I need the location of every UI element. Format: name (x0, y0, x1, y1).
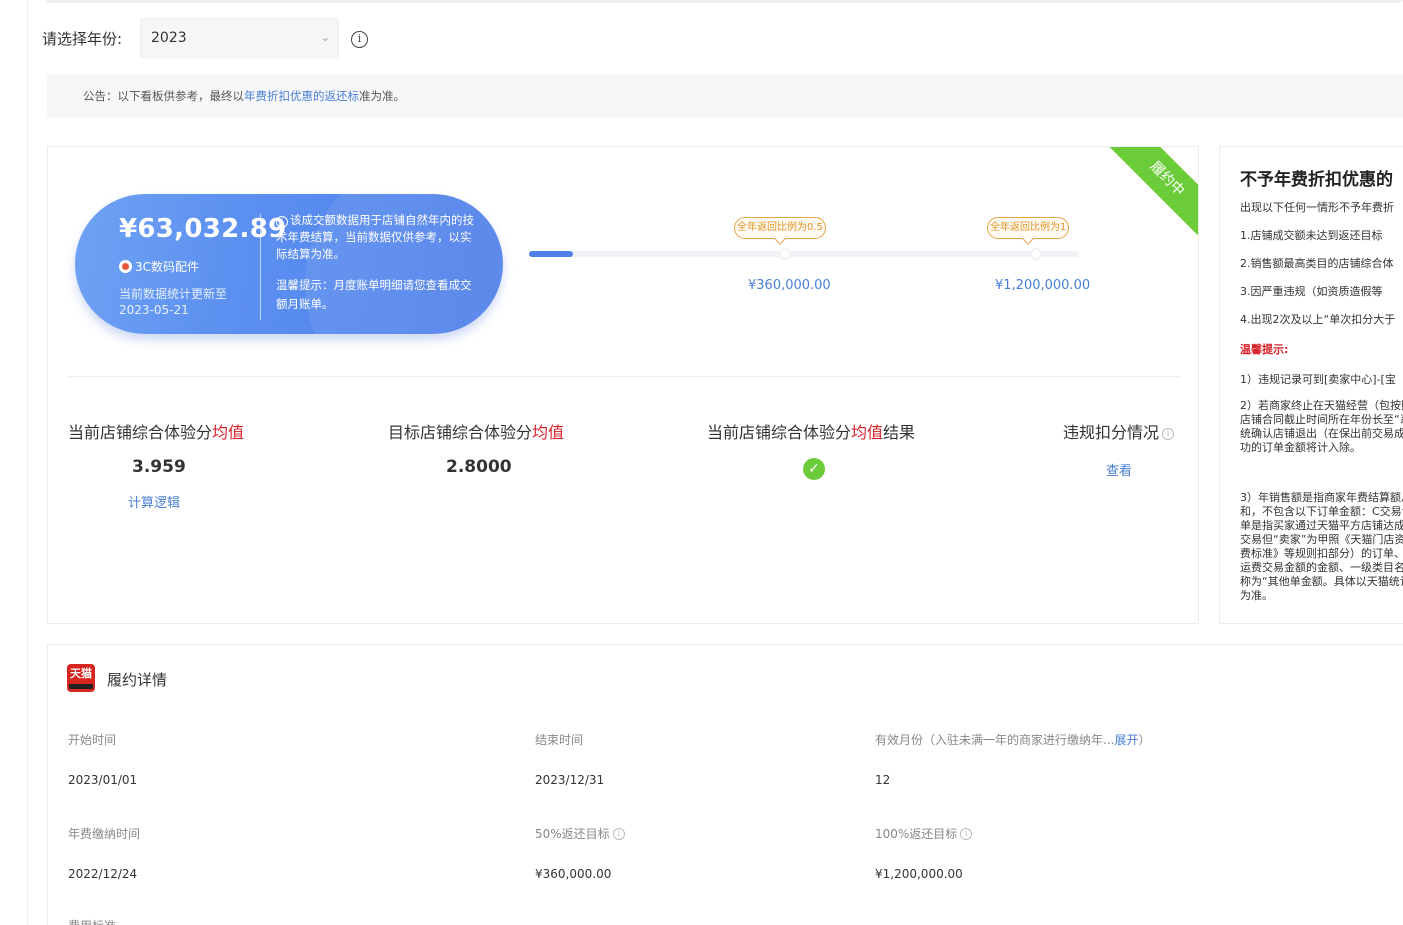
info-icon: i (276, 216, 288, 228)
rules-item: 3.因严重违规（如资质造假等 (1240, 285, 1383, 298)
target-50-value: ¥360,000.00 (535, 867, 612, 881)
notice-link[interactable]: 年费折扣优惠的返还标 (244, 88, 359, 104)
top-strip (46, 0, 1403, 3)
current-score-title: 当前店铺综合体验分均值 (68, 419, 244, 443)
rules-tip: 2）若商家终止在天猫经营（包按照店铺合同截止时间所在年份长至“系统确认店铺退出（… (1240, 399, 1403, 454)
chevron-down-icon: ⌄ (320, 31, 330, 44)
rules-item: 1.店铺成交额未达到返还目标 (1240, 229, 1383, 242)
category-label: 3C数码配件 (135, 260, 200, 274)
rules-item: 4.出现2次及以上“单次扣分大于 (1240, 313, 1396, 326)
year-select[interactable]: 2023 ⌄ (140, 18, 339, 58)
current-score-title-red: 均值 (212, 423, 245, 442)
fee-paid-time-value: 2022/12/24 (68, 867, 138, 881)
info-icon[interactable]: i (1162, 428, 1175, 440)
category-icon (119, 260, 132, 273)
violation-title-text: 违规扣分情况 (1063, 423, 1160, 442)
progress-node-100 (1030, 248, 1042, 260)
progress-fill (529, 251, 573, 257)
turnover-amount: ¥63,032.89 (119, 214, 287, 244)
valid-months-label: 有效月份（入驻未满一年的商家进行缴纳年...展开） (875, 731, 1150, 748)
progress-track (529, 248, 1079, 260)
target-score-title-red: 均值 (532, 423, 565, 442)
target-50-label: 50%返还目标 i (535, 825, 625, 842)
target-value-100: ¥1,200,000.00 (995, 278, 1091, 293)
notice-bar: 公告：以下看板供参考，最终以 年费折扣优惠的返还标 准为准。 (47, 75, 1403, 117)
rules-item: 2.销售额最高类目的店铺综合体 (1240, 257, 1394, 270)
current-score-title-text: 当前店铺综合体验分 (68, 423, 213, 442)
fulfillment-detail: 天猫 履约详情 开始时间 2023/01/01 结束时间 2023/12/31 … (47, 644, 1403, 925)
year-select-label: 请选择年份: (42, 30, 123, 48)
check-icon: ✓ (803, 458, 825, 480)
target-50-label-text: 50%返还目标 (535, 827, 610, 841)
rules-tip-title: 温馨提示: (1240, 343, 1289, 356)
info-icon[interactable]: i (612, 828, 625, 840)
pill-divider (260, 214, 261, 320)
year-select-value: 2023 (151, 30, 187, 46)
target-100-value: ¥1,200,000.00 (875, 867, 963, 881)
result-title: 当前店铺综合体验分均值结果 (707, 419, 915, 443)
violation-view-link[interactable]: 查看 (1106, 460, 1132, 479)
valid-months-value: 12 (875, 773, 891, 787)
fee-standard-label: 费用标准 (68, 917, 116, 925)
result-title-suffix: 结果 (883, 423, 916, 442)
notice-prefix: 公告：以下看板供参考，最终以 (83, 89, 244, 103)
rules-tip: 3）年销售额是指商家年费结算额总和，不包含以下订单金额：C交易订单是指买家通过天… (1240, 491, 1403, 602)
status-ribbon: 履约中 (1108, 147, 1198, 238)
notice-suffix: 准为准。 (359, 89, 405, 103)
target-score-value: 2.8000 (446, 457, 512, 477)
expand-link[interactable]: 展开 (1114, 733, 1138, 747)
target-value-50: ¥360,000.00 (748, 278, 831, 293)
fee-paid-time-label: 年费缴纳时间 (68, 827, 141, 841)
result-title-red: 均值 (851, 423, 884, 442)
turnover-tip: 温馨提示：月度账单明细请您查看成交额月账单。 (276, 278, 472, 311)
rules-tip: 1）违规记录可到[卖家中心]-[宝 (1240, 373, 1396, 386)
start-time-label: 开始时间 (68, 733, 117, 747)
progress-node-50 (779, 248, 791, 260)
category-badge: 3C数码配件 (119, 258, 199, 275)
current-score-value: 3.959 (132, 457, 186, 477)
left-sidebar-border (27, 0, 28, 925)
info-icon[interactable]: i (960, 828, 973, 840)
detail-title: 履约详情 (107, 671, 168, 689)
target-100-label-text: 100%返还目标 (875, 827, 958, 841)
valid-months-label-suffix: ） (1138, 733, 1151, 747)
update-date: 当前数据统计更新至2023-05-21 (119, 287, 228, 317)
valid-months-label-text: 有效月份（入驻未满一年的商家进行缴纳年... (875, 733, 1115, 747)
tmall-logo: 天猫 (67, 664, 95, 692)
target-100-label: 100%返还目标 i (875, 825, 973, 842)
turnover-description: i 该成交额数据用于店铺自然年内的技术年费结算，当前数据仅供参考，以实际结算为准。 (276, 212, 481, 263)
end-time-value: 2023/12/31 (535, 773, 605, 787)
card-divider (68, 376, 1180, 377)
fulfillment-card: 履约中 ¥63,032.89 3C数码配件 当前数据统计更新至2023-05-2… (47, 146, 1199, 624)
rules-panel: 不予年费折扣优惠的 出现以下任何一情形不予年费折 1.店铺成交额未达到返还目标 … (1219, 146, 1403, 624)
target-tag-100: 全年返回比例为1 (987, 217, 1070, 239)
turnover-description-text: 该成交额数据用于店铺自然年内的技术年费结算，当前数据仅供参考，以实际结算为准。 (276, 213, 474, 261)
result-title-text: 当前店铺综合体验分 (707, 423, 852, 442)
target-score-title: 目标店铺综合体验分均值 (388, 419, 564, 443)
target-tag-50: 全年返回比例为0.5 (734, 217, 826, 239)
calc-logic-link[interactable]: 计算逻辑 (128, 492, 180, 511)
rules-intro: 出现以下任何一情形不予年费折 (1240, 201, 1394, 214)
start-time-value: 2023/01/01 (68, 773, 138, 787)
turnover-pill: ¥63,032.89 3C数码配件 当前数据统计更新至2023-05-21 i该… (75, 194, 503, 334)
target-score-title-text: 目标店铺综合体验分 (388, 423, 533, 442)
info-icon[interactable]: i (351, 31, 368, 48)
violation-title: 违规扣分情况 i (1063, 419, 1175, 443)
end-time-label: 结束时间 (535, 733, 584, 747)
rules-title: 不予年费折扣优惠的 (1240, 170, 1393, 190)
